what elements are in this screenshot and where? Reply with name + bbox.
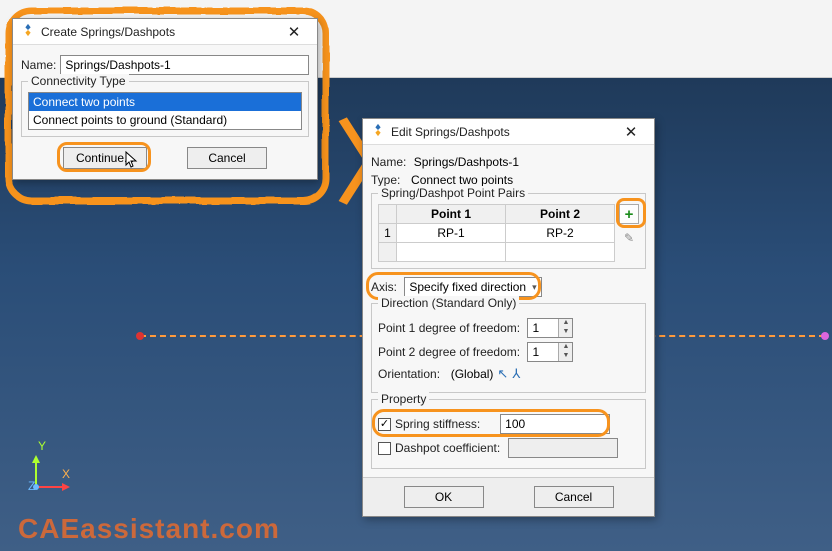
option-connect-two-points[interactable]: Connect two points [29,93,301,111]
dof2-spinner[interactable]: 1▲▼ [527,342,573,362]
axis-z-label: Z [28,479,35,493]
connectivity-type-legend: Connectivity Type [28,74,129,88]
edit-pair-button[interactable]: ✎ [619,228,639,248]
dof1-spinner[interactable]: 1▲▼ [527,318,573,338]
ok-button[interactable]: OK [404,486,484,508]
orientation-value: (Global) [451,367,494,381]
close-icon[interactable]: ✕ [616,123,646,141]
cell-p2[interactable]: RP-2 [506,224,615,243]
close-icon[interactable]: ✕ [279,23,309,41]
axis-triad: Y X Z [18,469,78,513]
chevron-up-icon[interactable]: ▲ [559,343,572,352]
reference-point-1 [136,332,144,340]
axis-x-label: X [62,467,70,481]
watermark: CAEassistant.com [18,513,280,545]
create-springs-dialog: Create Springs/Dashpots ✕ Name: Connecti… [12,18,318,180]
app-icon [371,123,385,140]
dialog2-title: Edit Springs/Dashpots [391,125,616,139]
axis-select-value: Specify fixed direction [409,280,526,294]
d2-type-label: Type: [371,173,400,187]
point-pairs-legend: Spring/Dashpot Point Pairs [378,186,528,200]
axis-y-label: Y [38,439,46,453]
axis-label: Axis: [371,280,397,294]
dof2-label: Point 2 degree of freedom: [378,345,520,359]
dof1-label: Point 1 degree of freedom: [378,321,520,335]
point-pairs-group: Spring/Dashpot Point Pairs Point 1Point … [371,193,646,269]
cancel-button-1[interactable]: Cancel [187,147,267,169]
spring-stiffness-input[interactable] [500,414,610,434]
spring-stiffness-label: Spring stiffness: [395,417,480,431]
name-label: Name: [21,58,56,72]
dialog1-title: Create Springs/Dashpots [41,25,279,39]
d2-type-value: Connect two points [411,173,513,187]
dashpot-coeff-input[interactable] [508,438,618,458]
direction-group: Direction (Standard Only) Point 1 degree… [371,303,646,393]
option-connect-ground[interactable]: Connect points to ground (Standard) [29,111,301,129]
connectivity-type-list[interactable]: Connect two points Connect points to gro… [28,92,302,130]
pick-icon[interactable]: ↖ [497,366,508,382]
axis-select[interactable]: Specify fixed direction ▾ [404,277,541,297]
col-point1: Point 1 [397,205,506,224]
d2-name-label: Name: [371,155,406,169]
connectivity-type-group: Connectivity Type Connect two points Con… [21,81,309,137]
spring-stiffness-checkbox[interactable] [378,418,391,431]
cell-p1[interactable]: RP-1 [397,224,506,243]
property-group: Property Spring stiffness: Dashpot coeff… [371,399,646,469]
col-point2: Point 2 [506,205,615,224]
cursor-icon [125,151,139,169]
chevron-up-icon[interactable]: ▲ [559,319,572,328]
plus-icon: + [625,206,634,223]
dialog2-titlebar[interactable]: Edit Springs/Dashpots ✕ [363,119,654,145]
add-pair-button[interactable]: + [619,204,639,224]
chevron-down-icon[interactable]: ▼ [559,328,572,337]
reference-point-2 [821,332,829,340]
edit-springs-dialog: Edit Springs/Dashpots ✕ Name: Springs/Da… [362,118,655,517]
row-index: 1 [379,224,397,243]
chevron-down-icon: ▾ [532,282,537,293]
dialog1-titlebar[interactable]: Create Springs/Dashpots ✕ [13,19,317,45]
datum-icon[interactable]: ⅄ [512,366,520,382]
dashpot-coeff-label: Dashpot coefficient: [395,441,500,455]
direction-legend: Direction (Standard Only) [378,296,519,310]
pencil-icon: ✎ [624,231,634,245]
cancel-button-2[interactable]: Cancel [534,486,614,508]
chevron-down-icon[interactable]: ▼ [559,352,572,361]
d2-name-value: Springs/Dashpots-1 [414,155,519,169]
property-legend: Property [378,392,429,406]
point-pairs-table[interactable]: Point 1Point 2 1RP-1RP-2 [378,204,615,262]
dof2-value: 1 [528,343,558,361]
orientation-label: Orientation: [378,367,440,381]
dashpot-coeff-checkbox[interactable] [378,442,391,455]
app-icon [21,23,35,40]
dof1-value: 1 [528,319,558,337]
name-input[interactable] [60,55,309,75]
